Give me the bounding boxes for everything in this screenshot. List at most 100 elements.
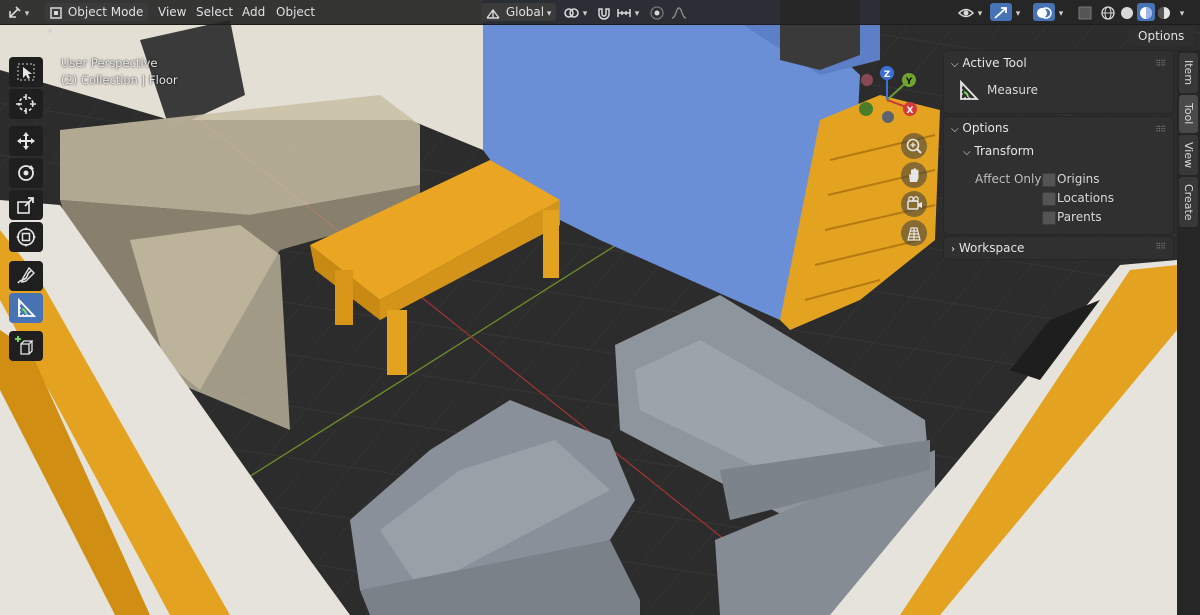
options-button-label: Options — [1138, 29, 1185, 43]
tool-measure[interactable] — [9, 293, 43, 323]
global-axes-icon — [486, 8, 500, 19]
editor-type-button[interactable]: ▾ — [6, 3, 40, 21]
tab-item-label: Item — [1182, 60, 1195, 86]
menu-view[interactable]: View — [154, 3, 190, 21]
options-header[interactable]: ⌵ Options — [951, 121, 1009, 135]
select-box-icon — [17, 63, 35, 81]
camera-view-icon[interactable] — [901, 191, 927, 217]
tab-tool[interactable]: Tool — [1179, 95, 1198, 133]
active-tool-header[interactable]: ⌵ Active Tool — [951, 56, 1027, 70]
parents-checkbox[interactable] — [1042, 211, 1056, 225]
tool-annotate[interactable] — [9, 261, 43, 291]
drag-grip-icon[interactable]: ⠿⠿ — [1155, 125, 1166, 134]
shading-dropdown[interactable]: ▾ — [1177, 3, 1193, 21]
pan-hand-icon[interactable] — [901, 162, 927, 188]
gizmo-x-label: X — [907, 106, 914, 116]
overlay-icon — [1037, 6, 1052, 19]
ortho-grid-icon[interactable] — [901, 220, 927, 246]
gizmo-z-label: Z — [884, 70, 891, 80]
gizmo-neg-y-icon — [859, 102, 873, 116]
xray-icon — [1078, 6, 1092, 19]
sidebar-tabs: Item Tool View Create — [1177, 50, 1200, 615]
locations-checkbox[interactable] — [1042, 192, 1056, 206]
zoom-icon[interactable] — [901, 133, 927, 159]
tab-create[interactable]: Create — [1179, 177, 1198, 227]
material-shading-icon — [1140, 6, 1152, 19]
falloff-dropdown[interactable] — [670, 3, 696, 21]
viewport-collection-label: (2) Collection | Floor — [61, 73, 178, 87]
proportional-edit-toggle[interactable] — [649, 3, 667, 21]
workspace-panel[interactable]: › Workspace ⠿⠿ — [944, 237, 1173, 259]
chevron-down-icon: ⌵ — [951, 59, 959, 70]
tool-add-cube[interactable] — [9, 331, 43, 361]
eye-icon — [957, 8, 975, 17]
gizmo-arrow-icon — [994, 6, 1007, 19]
tool-select-box[interactable] — [9, 57, 43, 87]
shading-material[interactable] — [1137, 3, 1155, 21]
workspace-header[interactable]: › Workspace — [951, 241, 1024, 255]
falloff-curve-icon — [671, 6, 687, 19]
pivot-dropdown[interactable]: ▾ — [562, 3, 592, 21]
drag-grip-icon[interactable]: ⠿⠿ — [1155, 59, 1166, 68]
origins-checkbox[interactable] — [1042, 173, 1056, 187]
transform-title: Transform — [974, 144, 1035, 158]
tab-view-label: View — [1182, 141, 1195, 169]
proportional-icon — [650, 5, 664, 20]
menu-select[interactable]: Select — [192, 3, 237, 21]
viewport-perspective-label: User Perspective — [61, 56, 158, 70]
active-tool-panel: ⌵ Active Tool ⠿⠿ Measure — [944, 51, 1173, 113]
tool-scale[interactable] — [9, 190, 43, 220]
mode-label: Object Mode — [67, 5, 144, 19]
measure-ruler-icon — [18, 297, 37, 317]
options-title: Options — [962, 121, 1009, 135]
drag-grip-icon[interactable]: ⠿⠿ — [1155, 242, 1166, 251]
orientation-dropdown[interactable]: Global ▾ — [482, 3, 556, 21]
tool-cursor[interactable] — [9, 89, 43, 119]
add-cube-icon — [15, 336, 34, 355]
xray-toggle[interactable] — [1077, 3, 1095, 21]
tab-create-label: Create — [1182, 183, 1195, 221]
transform-subheader[interactable]: ⌵ Transform — [963, 144, 1034, 158]
tab-item[interactable]: Item — [1179, 53, 1198, 93]
snap-increment-icon — [617, 8, 631, 17]
options-dropdown[interactable]: Options▾ — [1128, 26, 1194, 63]
axis-editor-icon — [9, 5, 21, 18]
menu-object[interactable]: Object — [272, 3, 319, 21]
tool-rotate[interactable] — [9, 158, 43, 188]
snap-toggle[interactable] — [596, 3, 614, 21]
pivot-icon — [564, 7, 579, 18]
tab-tool-label: Tool — [1182, 103, 1195, 125]
chevron-down-icon: ⌵ — [963, 147, 971, 158]
shading-rendered[interactable] — [1156, 3, 1174, 21]
object-mode-icon — [50, 6, 62, 19]
scale-icon — [17, 197, 34, 214]
gizmo-dropdown[interactable]: ▾ — [1013, 3, 1027, 21]
menu-add[interactable]: Add — [238, 3, 269, 21]
transform-icon — [16, 227, 36, 247]
measure-tool-icon — [960, 79, 980, 100]
visibility-dropdown[interactable]: ▾ — [957, 3, 991, 21]
snap-target-dropdown[interactable]: ▾ — [616, 3, 644, 21]
shading-wireframe[interactable] — [1100, 3, 1118, 21]
parents-label[interactable]: Parents — [1057, 210, 1102, 224]
overlay-toggle[interactable] — [1033, 3, 1055, 21]
gizmo-toggle[interactable] — [990, 3, 1012, 21]
gizmo-y-label: Y — [905, 77, 913, 87]
chevron-down-icon: ⌵ — [951, 124, 959, 135]
options-panel: ⌵ Options ⠿⠿ ⌵ Transform Affect Only Ori… — [944, 117, 1173, 234]
shading-solid[interactable] — [1119, 3, 1137, 21]
workspace-title: Workspace — [958, 241, 1025, 255]
gizmo-neg-z-icon — [882, 111, 894, 123]
tab-view[interactable]: View — [1179, 135, 1198, 175]
locations-label[interactable]: Locations — [1057, 191, 1114, 205]
mode-dropdown[interactable]: Object Mode▾ — [45, 3, 148, 37]
rotate-icon — [18, 165, 34, 181]
origins-label[interactable]: Origins — [1057, 172, 1100, 186]
orientation-label: Global — [505, 5, 545, 19]
overlay-dropdown[interactable]: ▾ — [1056, 3, 1070, 21]
active-tool-name[interactable]: Measure — [987, 83, 1038, 97]
tool-move[interactable] — [9, 126, 43, 156]
move-icon — [17, 132, 35, 150]
tool-transform[interactable] — [9, 222, 43, 252]
axis-gizmo[interactable]: Z Y X — [850, 62, 925, 132]
